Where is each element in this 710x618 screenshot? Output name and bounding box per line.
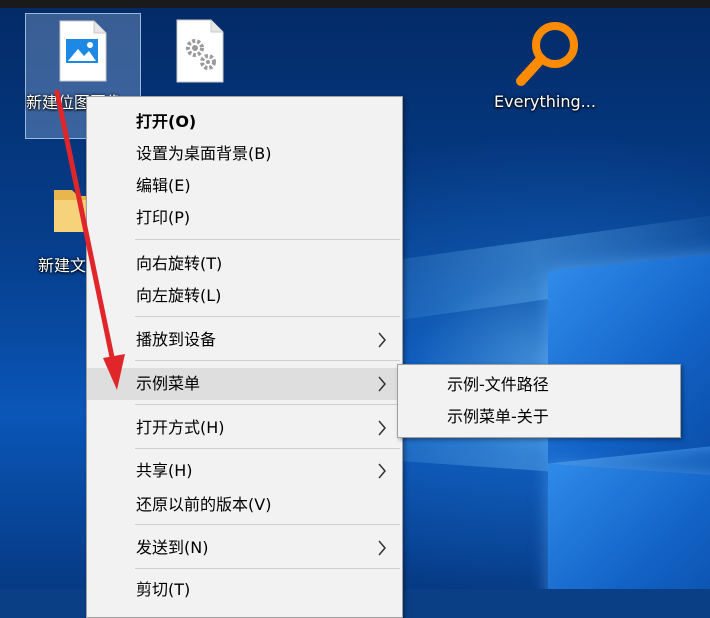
annotation-arrow <box>54 89 125 390</box>
